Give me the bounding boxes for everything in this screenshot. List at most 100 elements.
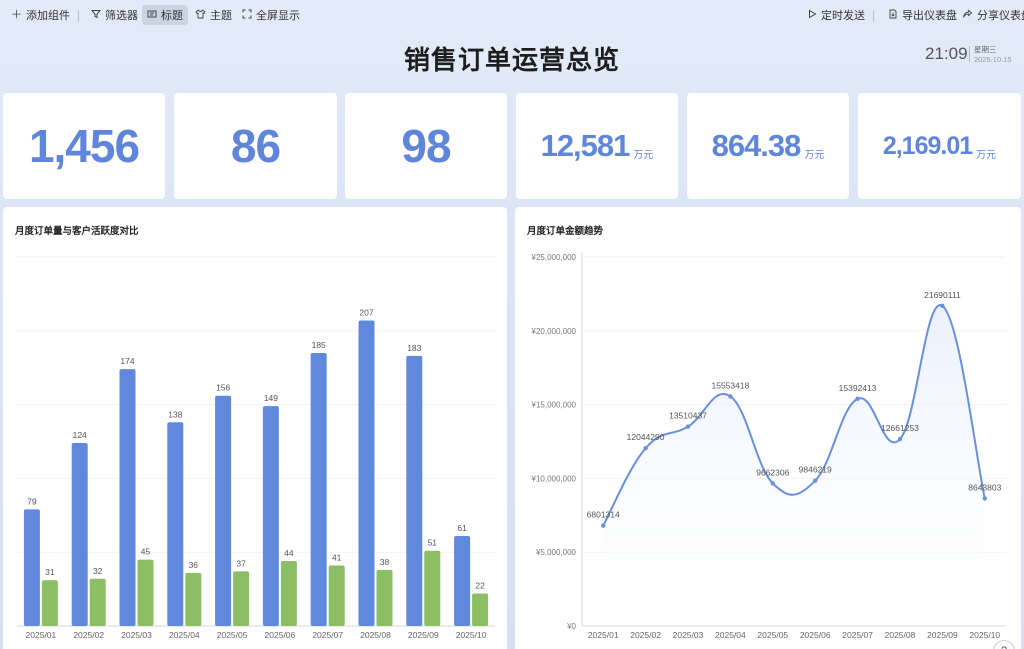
export-button[interactable]: 导出仪表盘 — [883, 5, 962, 25]
theme-button[interactable]: 主题 — [190, 5, 237, 25]
fullscreen-label: 全屏显示 — [256, 10, 300, 22]
export-label: 导出仪表盘 — [902, 10, 957, 22]
bar-value-label: 185 — [312, 340, 326, 350]
line-chart-panel[interactable]: 月度订单金额趋势 ¥0 ¥5,000,000 ¥10,000,000 ¥15,000,… — [515, 207, 1021, 649]
data-label: 21690111 — [924, 290, 961, 300]
bar-value-label: 183 — [407, 343, 421, 353]
y-tick-label: ¥10,000,000 — [531, 474, 577, 483]
data-point — [813, 478, 818, 483]
bar-chart: 79 31 2025/01 124 32 2025/02 174 45 2025/03 138 36… — [17, 256, 495, 640]
bar — [328, 565, 345, 626]
kpi-value: 86 — [230, 120, 281, 172]
data-point — [940, 303, 945, 309]
bar — [406, 355, 423, 626]
clock-divider — [969, 46, 970, 62]
bar — [119, 369, 136, 626]
bar — [233, 571, 250, 626]
y-tick-label: ¥0 — [566, 622, 576, 631]
bar — [310, 352, 327, 626]
shirt-icon — [195, 8, 206, 22]
kpi-card-2[interactable]: 86 — [174, 93, 337, 199]
kpi-card-1[interactable]: 1,456 — [3, 93, 165, 199]
x-tick-label: 2025/07 — [842, 630, 873, 640]
bar-value-label: 22 — [475, 581, 485, 591]
line-chart: ¥0 ¥5,000,000 ¥10,000,000 ¥15,000,000 ¥20,00… — [531, 252, 1006, 640]
bar-value-label: 156 — [216, 383, 230, 393]
page-title: 销售订单运营总览 — [403, 45, 620, 75]
data-label: 9662306 — [756, 467, 789, 477]
bar-value-label: 31 — [45, 567, 55, 577]
kpi-card-4[interactable]: 12,581 万元 — [516, 93, 678, 199]
x-tick-label: 2025/08 — [885, 630, 916, 640]
bar — [280, 561, 297, 626]
kpi-card-5[interactable]: 864.38 万元 — [687, 93, 849, 199]
data-point — [643, 446, 648, 451]
clock-time: 21:09 — [925, 44, 968, 63]
title-button[interactable]: 标题 — [142, 5, 188, 25]
schedule-send-button[interactable]: 定时发送 — [802, 5, 870, 25]
add-widget-label: 添加组件 — [26, 10, 70, 22]
bar-value-label: 149 — [264, 393, 278, 403]
bar-value-label: 138 — [168, 409, 182, 419]
x-tick-label: 2025/06 — [800, 630, 831, 640]
bar-value-label: 207 — [359, 307, 373, 317]
filter-button[interactable]: 筛选器 — [86, 5, 143, 25]
kpi-unit: 万元 — [633, 149, 654, 161]
x-tick-label: 2025/05 — [757, 630, 788, 640]
bar-value-label: 45 — [141, 547, 151, 557]
bar — [185, 572, 202, 626]
x-tick-label: 2025/02 — [630, 630, 661, 640]
x-tick-label: 2025/03 — [673, 630, 704, 640]
data-label: 12044290 — [627, 432, 665, 442]
x-tick-label: 2025/10 — [456, 630, 487, 640]
bar-value-label: 37 — [236, 558, 246, 568]
kpi-card-6[interactable]: 2,169.01 万元 — [858, 93, 1021, 199]
data-label: 12661253 — [881, 423, 919, 433]
bar — [23, 509, 40, 626]
add-widget-button[interactable]: ＋ 添加组件 — [6, 5, 75, 25]
fullscreen-button[interactable]: 全屏显示 — [237, 5, 305, 25]
date: 2025.10.15 — [974, 55, 1012, 64]
bar — [472, 593, 489, 626]
toolbar-divider — [78, 10, 79, 22]
x-tick-label: 2025/07 — [312, 630, 343, 640]
kpi-value: 2,169.01 — [882, 131, 973, 160]
data-label: 15553418 — [711, 380, 749, 390]
toolbar: ＋ 添加组件 筛选器 标题 主题 全屏显示 定时发送 导出仪表盘 分享仪表 — [0, 0, 1024, 30]
data-label: 6801314 — [587, 510, 620, 520]
x-tick-label: 2025/09 — [927, 630, 958, 640]
filter-icon — [90, 9, 102, 22]
kpi-value: 12,581 — [540, 128, 631, 163]
kpi-value: 98 — [401, 120, 451, 172]
x-tick-label: 2025/09 — [408, 630, 439, 640]
schedule-send-label: 定时发送 — [821, 10, 865, 22]
x-tick-label: 2025/04 — [715, 630, 746, 640]
bar — [376, 569, 393, 626]
kpi-card-3[interactable]: 98 — [345, 93, 507, 199]
kpi-value: 1,456 — [28, 120, 140, 172]
data-label: 15392413 — [839, 383, 877, 393]
bar — [71, 442, 88, 626]
expand-icon — [242, 9, 252, 22]
share-label: 分享仪表盘 — [977, 10, 1024, 22]
kpi-unit: 万元 — [976, 149, 997, 161]
weekday: 星期三 — [974, 45, 997, 54]
kpi-unit: 万元 — [804, 149, 825, 161]
share-button[interactable]: 分享仪表盘 — [957, 5, 1024, 25]
bar-chart-panel[interactable]: 月度订单量与客户活跃度对比 79 31 2025/01 124 32 2025/02 174… — [3, 207, 507, 649]
x-tick-label: 2025/08 — [360, 630, 391, 640]
bar-value-label: 32 — [93, 566, 103, 576]
bar — [454, 535, 471, 626]
title-label: 标题 — [161, 10, 183, 22]
bar-value-label: 44 — [284, 548, 294, 558]
bar — [41, 580, 58, 626]
data-point — [728, 394, 733, 399]
bar — [262, 406, 279, 626]
bar — [89, 578, 106, 626]
bar-value-label: 124 — [73, 430, 87, 440]
x-tick-label: 2025/05 — [217, 630, 248, 640]
y-tick-label: ¥15,000,000 — [531, 401, 577, 410]
data-label: 13510437 — [669, 411, 707, 421]
bar — [167, 422, 184, 626]
data-point — [685, 424, 691, 429]
